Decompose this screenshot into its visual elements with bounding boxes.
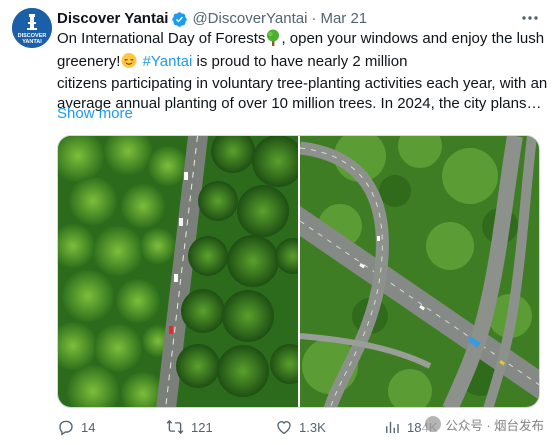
reply-count: 14 xyxy=(81,419,96,435)
repost-button[interactable]: 121 xyxy=(165,416,213,438)
watermark: 公众号 · 烟台发布 xyxy=(421,414,548,434)
tweet-date[interactable]: Mar 21 xyxy=(320,9,367,29)
analytics-icon xyxy=(386,421,399,433)
tweet-text-2b: is proud to have nearly 2 million xyxy=(192,52,408,70)
tweet-line-3: citizens participating in voluntary tree… xyxy=(57,75,548,92)
relieved-face-emoji-icon xyxy=(120,52,138,75)
verified-badge-icon xyxy=(171,11,188,28)
heart-icon xyxy=(277,421,291,435)
tweet-line-1: On International Day of Forests , open yo… xyxy=(57,29,547,52)
tweet-line-2: greenery! #Yantai is proud to have nearl… xyxy=(57,52,547,75)
avatar[interactable]: DISCOVER YANTAI xyxy=(12,8,52,48)
tweet-text-1a: On International Day of Forests xyxy=(57,30,266,47)
show-more-link[interactable]: Show more xyxy=(57,104,133,124)
like-count: 1.3K xyxy=(299,419,326,435)
avatar-text-bottom: YANTAI xyxy=(22,39,42,45)
tweet-text-2a: greenery! xyxy=(57,52,121,70)
media-grid xyxy=(57,135,540,408)
author-name[interactable]: Discover Yantai xyxy=(57,9,168,29)
tweet-text-1b: , open your windows and enjoy the lush xyxy=(281,30,545,47)
like-button[interactable]: 1.3K xyxy=(275,416,326,438)
reply-button[interactable]: 14 xyxy=(57,416,95,438)
repost-count: 121 xyxy=(191,419,213,435)
wechat-logo-icon xyxy=(425,416,442,432)
aerial-highway-interchange-image[interactable] xyxy=(300,136,539,407)
reply-icon xyxy=(59,420,73,436)
tweet[interactable]: DISCOVER YANTAI Discover Yantai @Discove… xyxy=(0,0,554,445)
tree-emoji-icon xyxy=(265,29,281,52)
more-options-icon[interactable] xyxy=(520,10,540,26)
tweet-header: Discover Yantai @DiscoverYantai · Mar 21 xyxy=(57,9,367,29)
author-handle[interactable]: @DiscoverYantai xyxy=(192,9,307,29)
tweet-text: On International Day of Forests , open yo… xyxy=(57,29,547,113)
repost-icon xyxy=(166,419,184,435)
separator-dot: · xyxy=(311,10,317,27)
aerial-forest-road-image[interactable] xyxy=(58,136,298,407)
hashtag-link[interactable]: #Yantai xyxy=(143,53,193,70)
watermark-text: 公众号 · 烟台发布 xyxy=(445,418,544,433)
